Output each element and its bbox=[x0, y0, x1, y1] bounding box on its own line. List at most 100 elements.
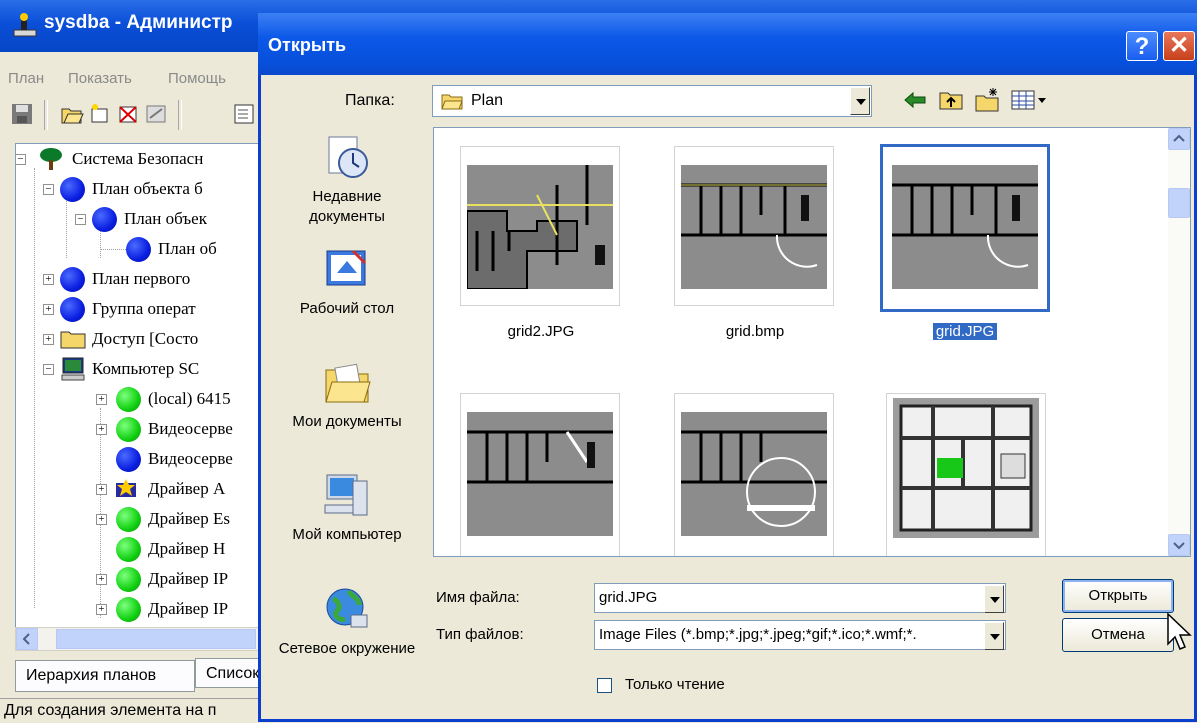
file-name[interactable]: grid2.JPG bbox=[446, 323, 636, 340]
file-thumbnail[interactable] bbox=[674, 393, 834, 556]
up-folder-icon[interactable] bbox=[938, 87, 964, 113]
look-in-dropdown[interactable]: Plan bbox=[432, 85, 872, 117]
chevron-down-icon bbox=[990, 597, 1000, 603]
green-circle-icon bbox=[116, 567, 141, 592]
file-thumbnail[interactable] bbox=[460, 393, 620, 556]
save-icon[interactable] bbox=[10, 102, 34, 126]
file-thumbnail[interactable] bbox=[886, 393, 1046, 556]
tree-horizontal-scrollbar[interactable] bbox=[15, 627, 262, 651]
new-item-icon[interactable] bbox=[88, 102, 112, 126]
delete-icon[interactable] bbox=[116, 102, 140, 126]
filename-input[interactable]: grid.JPG bbox=[594, 583, 1006, 613]
open-file-dialog: Открыть ? ✕ Папка: Plan Недавние докумен… bbox=[258, 13, 1197, 722]
menu-plan[interactable]: План bbox=[8, 70, 44, 87]
place-my-computer[interactable]: Мой компьютер bbox=[273, 461, 421, 571]
toolbar-separator bbox=[178, 100, 182, 130]
look-in-label: Папка: bbox=[345, 92, 395, 109]
expand-icon[interactable]: + bbox=[96, 574, 107, 585]
scroll-left-button[interactable] bbox=[16, 628, 38, 650]
place-network[interactable]: Сетевое окружение bbox=[273, 575, 421, 685]
tree-item-label: Видеосерве bbox=[148, 449, 233, 468]
file-list-view[interactable]: grid2.JPG grid.bmp grid.JPG bbox=[433, 127, 1191, 557]
background-menubar: План Показать Помощь bbox=[0, 64, 260, 92]
recent-documents-icon bbox=[328, 136, 368, 178]
blue-circle-icon bbox=[126, 237, 151, 262]
floor-plan-thumbnail bbox=[681, 165, 827, 289]
place-recent-documents[interactable]: Недавние документы bbox=[273, 123, 421, 233]
file-name[interactable]: grid.bmp bbox=[660, 323, 850, 340]
collapse-icon[interactable]: − bbox=[43, 364, 54, 375]
scroll-thumb[interactable] bbox=[56, 629, 256, 649]
tree-item-label: Драйвер A bbox=[148, 479, 226, 498]
collapse-icon[interactable]: − bbox=[75, 214, 86, 225]
blue-circle-icon bbox=[60, 267, 85, 292]
network-icon bbox=[326, 588, 368, 628]
app-icon bbox=[13, 13, 37, 37]
floor-plan-thumbnail bbox=[467, 165, 613, 289]
green-circle-icon bbox=[116, 537, 141, 562]
view-menu-icon[interactable] bbox=[1010, 87, 1050, 113]
dropdown-button[interactable] bbox=[984, 585, 1004, 613]
green-circle-icon bbox=[116, 387, 141, 412]
tree-item-label: Компьютер SC bbox=[92, 359, 200, 378]
collapse-icon[interactable]: − bbox=[43, 184, 54, 195]
expand-icon[interactable]: + bbox=[96, 604, 107, 615]
menu-help[interactable]: Помощь bbox=[168, 70, 226, 87]
green-circle-icon bbox=[116, 417, 141, 442]
expand-icon[interactable]: + bbox=[43, 334, 54, 345]
expand-icon[interactable]: + bbox=[96, 424, 107, 435]
scroll-up-button[interactable] bbox=[1168, 128, 1190, 150]
file-name-selected[interactable]: grid.JPG bbox=[870, 323, 1060, 340]
chevron-up-icon bbox=[1173, 134, 1185, 142]
file-thumbnail-grid-jpg-selected[interactable] bbox=[880, 144, 1050, 312]
my-computer-icon bbox=[324, 474, 368, 516]
cancel-button[interactable]: Отмена bbox=[1062, 618, 1174, 652]
tree-item-label: Группа операт bbox=[92, 299, 196, 318]
tab-list[interactable]: Список bbox=[195, 658, 260, 688]
folder-icon bbox=[441, 94, 463, 110]
close-button[interactable]: ✕ bbox=[1163, 31, 1195, 61]
dropdown-button[interactable] bbox=[984, 622, 1004, 650]
plan-hierarchy-tree[interactable]: − Система Безопасн − План объекта б − Пл… bbox=[15, 143, 262, 629]
scroll-down-button[interactable] bbox=[1168, 534, 1190, 556]
blue-circle-icon bbox=[92, 207, 117, 232]
tree-item-label: План объек bbox=[124, 209, 207, 228]
chevron-down-icon bbox=[1173, 542, 1185, 550]
expand-icon[interactable]: + bbox=[43, 274, 54, 285]
floor-plan-thumbnail bbox=[681, 412, 827, 536]
place-desktop[interactable]: Рабочий стол bbox=[273, 235, 421, 345]
new-folder-icon[interactable] bbox=[974, 87, 1000, 113]
file-thumbnail-grid-bmp[interactable] bbox=[674, 146, 834, 306]
back-arrow-icon[interactable] bbox=[902, 87, 928, 113]
expand-icon[interactable]: + bbox=[96, 394, 107, 405]
open-button[interactable]: Открыть bbox=[1062, 579, 1174, 613]
filetype-select[interactable]: Image Files (*.bmp;*.jpg;*.jpeg;*gif;*.i… bbox=[594, 620, 1006, 650]
help-button[interactable]: ? bbox=[1126, 31, 1158, 61]
tab-plan-hierarchy[interactable]: Иерархия планов bbox=[15, 660, 195, 692]
tree-item-label: План объекта б bbox=[92, 179, 203, 198]
blue-circle-icon bbox=[60, 177, 85, 202]
scroll-thumb[interactable] bbox=[1168, 188, 1190, 218]
open-folder-icon[interactable] bbox=[60, 102, 84, 126]
blue-circle-icon bbox=[116, 447, 141, 472]
menu-show[interactable]: Показать bbox=[68, 70, 132, 87]
floor-plan-thumbnail bbox=[892, 165, 1038, 289]
folder-icon bbox=[60, 331, 86, 349]
place-my-documents[interactable]: Мои документы bbox=[273, 348, 421, 458]
filename-label: Имя файла: bbox=[436, 589, 520, 606]
expand-icon[interactable]: + bbox=[43, 304, 54, 315]
properties-icon[interactable] bbox=[144, 102, 168, 126]
expand-icon[interactable]: + bbox=[96, 484, 107, 495]
file-thumbnail-grid2-jpg[interactable] bbox=[460, 146, 620, 306]
readonly-checkbox[interactable] bbox=[597, 678, 612, 693]
dialog-title-bar[interactable]: Открыть ? ✕ bbox=[258, 13, 1197, 75]
tree-view-icon[interactable] bbox=[232, 102, 256, 126]
floor-plan-thumbnail bbox=[467, 412, 613, 536]
chevron-down-icon bbox=[856, 99, 866, 105]
expand-icon[interactable]: + bbox=[96, 514, 107, 525]
dropdown-button[interactable] bbox=[850, 87, 870, 115]
collapse-icon[interactable]: − bbox=[16, 154, 26, 165]
chevron-down-icon bbox=[990, 634, 1000, 640]
file-list-vertical-scrollbar[interactable] bbox=[1168, 128, 1190, 556]
tree-item-label: Драйвер Es bbox=[148, 509, 230, 528]
